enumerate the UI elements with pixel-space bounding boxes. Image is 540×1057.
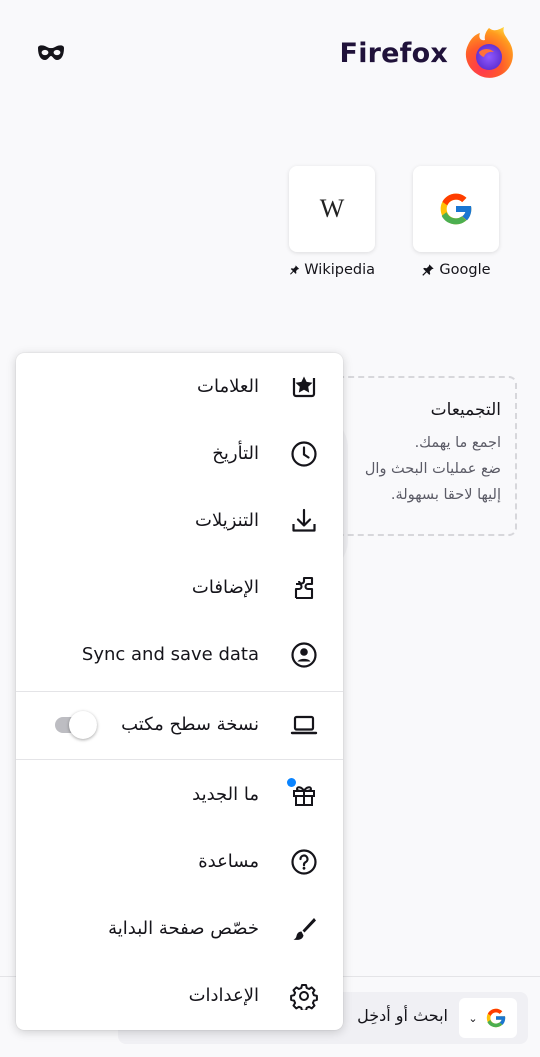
menu-item-label: خصّص صفحة البداية — [108, 918, 259, 939]
puzzle-addons-icon — [289, 573, 319, 603]
topsite-label: Wikipedia — [289, 262, 375, 278]
menu-item-downloads[interactable]: التنزيلات — [16, 487, 343, 554]
topsite-label-text: Google — [439, 262, 491, 278]
private-mask-icon — [38, 45, 64, 60]
new-badge-dot — [287, 778, 296, 787]
topsite-google[interactable]: Google — [413, 166, 499, 278]
main-menu: العلامات التأريخ التنزيلات الإضافات Sync — [16, 353, 343, 1030]
menu-item-label: التأريخ — [212, 443, 259, 464]
topsite-label-text: Wikipedia — [304, 262, 375, 278]
chevron-down-icon: ⌄ — [468, 1011, 478, 1025]
google-g-icon — [486, 1008, 506, 1028]
clock-history-icon — [289, 439, 319, 469]
menu-item-bookmarks[interactable]: العلامات — [16, 353, 343, 420]
menu-item-whats-new[interactable]: ما الجديد — [16, 761, 343, 828]
topsite-wikipedia[interactable]: W Wikipedia — [289, 166, 375, 278]
pin-icon — [422, 264, 435, 276]
search-engine-selector[interactable]: ⌄ — [459, 998, 517, 1038]
menu-item-history[interactable]: التأريخ — [16, 420, 343, 487]
menu-item-label: ما الجديد — [192, 784, 259, 805]
menu-item-label: مساعدة — [198, 851, 259, 872]
home-page: Firefox Google W Wikipedia التجميعات اجم… — [0, 0, 540, 1057]
menu-item-label: العلامات — [197, 376, 259, 397]
brand-wordmark: Firefox — [339, 37, 448, 69]
brand: Firefox — [340, 24, 518, 82]
gear-icon — [289, 981, 319, 1011]
menu-item-label: الإضافات — [191, 577, 259, 598]
laptop-icon — [289, 710, 319, 740]
topsite-tile[interactable]: W — [289, 166, 375, 252]
bookmark-star-icon — [289, 372, 319, 402]
menu-item-customize-homepage[interactable]: خصّص صفحة البداية — [16, 895, 343, 962]
menu-item-help[interactable]: مساعدة — [16, 828, 343, 895]
toggle-knob — [69, 711, 97, 739]
wikipedia-w-icon: W — [319, 194, 345, 223]
menu-item-label: Sync and save data — [81, 644, 259, 665]
help-question-icon — [289, 847, 319, 877]
topsite-tile[interactable] — [413, 166, 499, 252]
paintbrush-icon — [289, 914, 319, 944]
google-g-icon — [440, 193, 473, 225]
menu-divider — [16, 759, 343, 760]
menu-item-label: التنزيلات — [195, 510, 259, 531]
menu-item-sync[interactable]: Sync and save data — [16, 621, 343, 688]
menu-item-settings[interactable]: الإعدادات — [16, 962, 343, 1029]
menu-item-addons[interactable]: الإضافات — [16, 554, 343, 621]
menu-item-label: نسخة سطح مكتب — [121, 714, 259, 735]
menu-item-label: الإعدادات — [188, 985, 259, 1006]
desktop-site-toggle[interactable] — [53, 710, 101, 739]
private-mode-button[interactable] — [34, 40, 68, 66]
address-bar-placeholder: ابحث أو أدخِل — [357, 1006, 448, 1025]
firefox-logo-icon — [465, 27, 513, 78]
pin-icon — [290, 265, 300, 275]
topsite-label: Google — [413, 262, 499, 278]
download-icon — [289, 506, 319, 536]
account-icon — [289, 640, 319, 670]
menu-item-desktop-site[interactable]: نسخة سطح مكتب — [16, 691, 343, 758]
